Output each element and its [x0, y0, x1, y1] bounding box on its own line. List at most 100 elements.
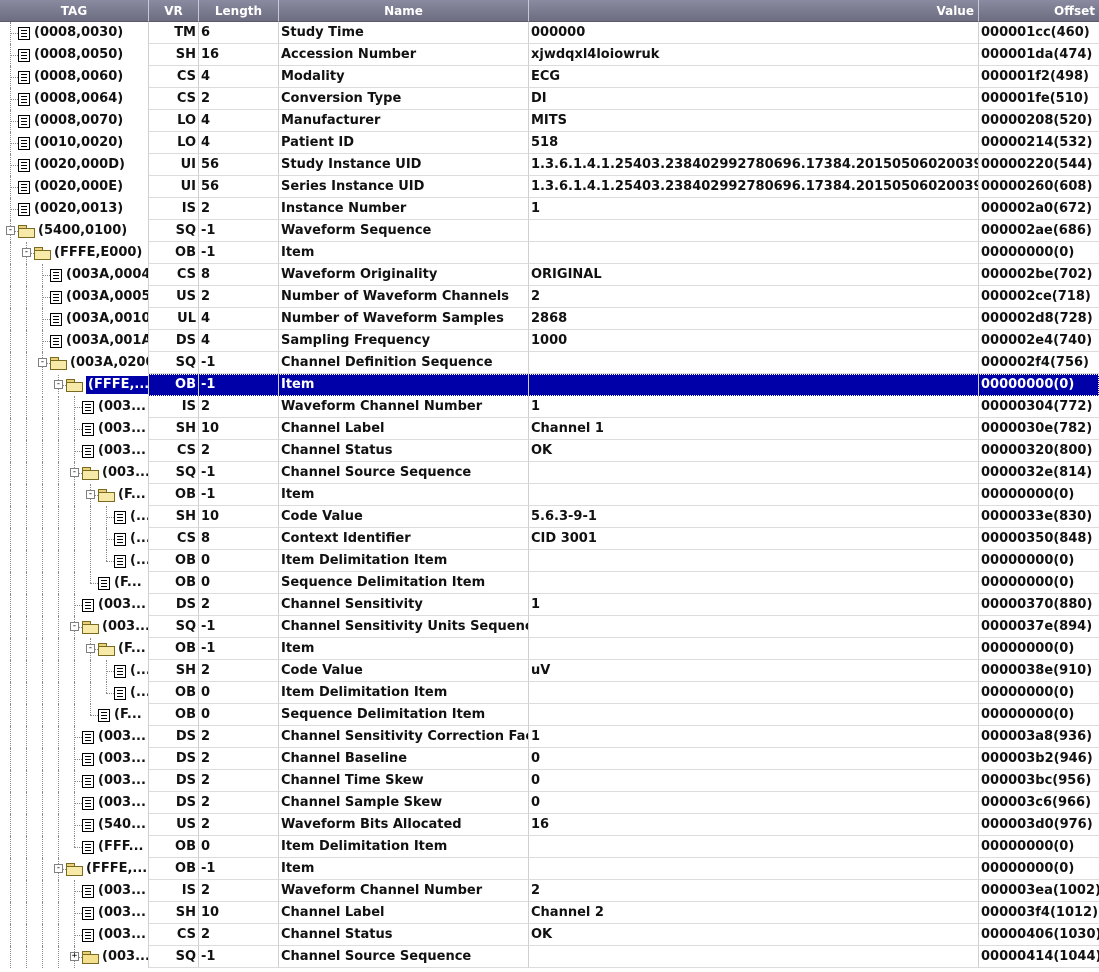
tag-row[interactable]: (... OB 0 Item Delimitation Item 00000000(0): [0, 550, 1099, 572]
tag-node[interactable]: (003...: [82, 616, 148, 638]
tag-row[interactable]: (0008,0050) SH 16 Accession Number xjwdqxl4l…: [0, 44, 1099, 66]
tag-node[interactable]: (FFFE,...: [66, 858, 147, 880]
tag-node[interactable]: (0008,0050): [18, 44, 123, 66]
tag-row[interactable]: (003... DS 2 Channel Time Skew 0 000003bc(956…: [0, 770, 1099, 792]
tag-row[interactable]: (003... DS 2 Channel Sensitivity Correction…: [0, 726, 1099, 748]
tag-row[interactable]: (... SH 2 Code Value uV 0000038e(910): [0, 660, 1099, 682]
column-header-name[interactable]: Name: [279, 0, 529, 22]
tag-row[interactable]: (003... IS 2 Waveform Channel Number 2 000003…: [0, 880, 1099, 902]
tag-node[interactable]: (FFF...: [82, 836, 144, 858]
collapse-toggle-icon[interactable]: -: [70, 468, 79, 477]
tag-node[interactable]: (003...: [82, 396, 146, 418]
tag-row[interactable]: - (003... SQ -1 Channel Sensitivity Units Se…: [0, 616, 1099, 638]
tag-row[interactable]: (0008,0070) LO 4 Manufacturer MITS 00000208(5…: [0, 110, 1099, 132]
tag-node[interactable]: (540...: [82, 814, 146, 836]
tag-node[interactable]: (003...: [82, 792, 146, 814]
tag-node[interactable]: (003...: [82, 594, 146, 616]
tag-row[interactable]: (0020,000E) UI 56 Series Instance UID 1.3.6.…: [0, 176, 1099, 198]
tag-node[interactable]: (F...: [98, 638, 146, 660]
column-header-tag[interactable]: TAG: [0, 0, 149, 22]
collapse-toggle-icon[interactable]: -: [54, 864, 63, 873]
tag-row[interactable]: (003... DS 2 Channel Baseline 0 000003b2(946): [0, 748, 1099, 770]
tag-node[interactable]: (0008,0064): [18, 88, 123, 110]
tag-node[interactable]: (003...: [82, 770, 146, 792]
tag-row[interactable]: - (FFFE,E000) OB -1 Item 00000000(0): [0, 242, 1099, 264]
tag-row[interactable]: (... SH 10 Code Value 5.6.3-9-1 0000033e(830): [0, 506, 1099, 528]
tag-node[interactable]: (...: [114, 660, 148, 682]
tag-row[interactable]: (003... DS 2 Channel Sensitivity 1 00000370(8…: [0, 594, 1099, 616]
column-header-value[interactable]: Value: [529, 0, 979, 22]
column-header-offset[interactable]: Offset: [979, 0, 1099, 22]
collapse-toggle-icon[interactable]: -: [86, 644, 95, 653]
tag-node[interactable]: (003A,0200): [50, 352, 148, 374]
tag-node[interactable]: (0020,0013): [18, 198, 123, 220]
collapse-toggle-icon[interactable]: -: [70, 622, 79, 631]
tag-node[interactable]: (0008,0060): [18, 66, 123, 88]
tag-node[interactable]: (003...: [82, 748, 146, 770]
tag-row[interactable]: (003A,0004) CS 8 Waveform Originality ORIGIN…: [0, 264, 1099, 286]
tag-node[interactable]: (5400,0100): [18, 220, 127, 242]
tag-node[interactable]: (...: [114, 506, 148, 528]
tag-node[interactable]: (FFFE,...: [66, 374, 148, 396]
tag-row[interactable]: + (003... SQ -1 Channel Source Sequence 00000…: [0, 946, 1099, 968]
tag-row[interactable]: (003... CS 2 Channel Status OK 00000406(1030): [0, 924, 1099, 946]
tag-node[interactable]: (FFFE,E000): [34, 242, 142, 264]
collapse-toggle-icon[interactable]: -: [86, 490, 95, 499]
tag-row[interactable]: (003... SH 10 Channel Label Channel 2 000003f…: [0, 902, 1099, 924]
tag-row[interactable]: (003... SH 10 Channel Label Channel 1 0000030…: [0, 418, 1099, 440]
tag-node[interactable]: (003...: [82, 902, 146, 924]
tag-row[interactable]: (FFF... OB 0 Item Delimitation Item 00000000…: [0, 836, 1099, 858]
tag-node[interactable]: (0008,0030): [18, 22, 123, 44]
tag-node[interactable]: (0020,000E): [18, 176, 123, 198]
tag-row[interactable]: (... CS 8 Context Identifier CID 3001 0000035…: [0, 528, 1099, 550]
tag-node[interactable]: (F...: [98, 572, 142, 594]
collapse-toggle-icon[interactable]: -: [6, 226, 15, 235]
tag-row[interactable]: - (FFFE,... OB -1 Item 00000000(0): [0, 374, 1099, 396]
tag-node[interactable]: (003A,0004): [50, 264, 148, 286]
tag-row[interactable]: (540... US 2 Waveform Bits Allocated 16 00000…: [0, 814, 1099, 836]
tag-row[interactable]: (0020,000D) UI 56 Study Instance UID 1.3.6.1…: [0, 154, 1099, 176]
collapse-toggle-icon[interactable]: -: [54, 380, 63, 389]
tag-node[interactable]: (003A,0005): [50, 286, 148, 308]
tag-row[interactable]: - (003A,0200)SQ-1Channel Definition Seque…: [0, 352, 1099, 374]
tag-row[interactable]: - (003... SQ -1 Channel Source Sequence 00000…: [0, 462, 1099, 484]
tag-node[interactable]: (003...: [82, 726, 146, 748]
expand-toggle-icon[interactable]: +: [70, 952, 79, 961]
column-header-vr[interactable]: VR: [149, 0, 199, 22]
tag-row[interactable]: (0020,0013) IS 2 Instance Number 1 000002a0(6…: [0, 198, 1099, 220]
tag-node[interactable]: (003A,001A): [50, 330, 148, 352]
tag-node[interactable]: (0020,000D): [18, 154, 125, 176]
tag-row[interactable]: (003A,0010) UL 4 Number of Waveform Samples…: [0, 308, 1099, 330]
tag-node[interactable]: (F...: [98, 484, 146, 506]
tag-node[interactable]: (003...: [82, 880, 146, 902]
tag-row[interactable]: (F... OB 0 Sequence Delimitation Item 000000…: [0, 572, 1099, 594]
column-header-length[interactable]: Length: [199, 0, 279, 22]
tag-row[interactable]: (0008,0064) CS 2 Conversion Type DI 000001fe(…: [0, 88, 1099, 110]
tag-row[interactable]: (003... DS 2 Channel Sample Skew 0 000003c6(9…: [0, 792, 1099, 814]
tag-row[interactable]: (0008,0060) CS 4 Modality ECG 000001f2(498): [0, 66, 1099, 88]
tag-node[interactable]: (...: [114, 528, 148, 550]
tag-node[interactable]: (003...: [82, 924, 146, 946]
tag-row[interactable]: (... OB 0 Item Delimitation Item 00000000(0): [0, 682, 1099, 704]
tag-node[interactable]: (0010,0020): [18, 132, 123, 154]
tag-node[interactable]: (003...: [82, 440, 146, 462]
tag-node[interactable]: (003A,0010): [50, 308, 148, 330]
tag-row[interactable]: - (F... OB -1 Item 00000000(0): [0, 484, 1099, 506]
tag-node[interactable]: (003...: [82, 946, 148, 968]
tag-node[interactable]: (...: [114, 550, 148, 572]
tag-node[interactable]: (0008,0070): [18, 110, 123, 132]
tag-row[interactable]: - (FFFE,... OB -1 Item 00000000(0): [0, 858, 1099, 880]
collapse-toggle-icon[interactable]: -: [22, 248, 31, 257]
tag-node[interactable]: (...: [114, 682, 148, 704]
tag-row[interactable]: (0008,0030) TM 6 Study Time 000000 000001cc(4…: [0, 22, 1099, 44]
tag-row[interactable]: - (5400,0100) SQ -1 Waveform Sequence 000002a…: [0, 220, 1099, 242]
tag-row[interactable]: (003A,001A) DS 4 Sampling Frequency 1000 0000…: [0, 330, 1099, 352]
tag-row[interactable]: (003... CS 2 Channel Status OK 00000320(800): [0, 440, 1099, 462]
tag-row[interactable]: (F... OB 0 Sequence Delimitation Item 000000…: [0, 704, 1099, 726]
collapse-toggle-icon[interactable]: -: [38, 358, 47, 367]
tag-row[interactable]: (003... IS 2 Waveform Channel Number 1 000003…: [0, 396, 1099, 418]
tag-node[interactable]: (003...: [82, 418, 146, 440]
tag-row[interactable]: - (F... OB -1 Item 00000000(0): [0, 638, 1099, 660]
tag-node[interactable]: (F...: [98, 704, 142, 726]
tag-node[interactable]: (003...: [82, 462, 148, 484]
